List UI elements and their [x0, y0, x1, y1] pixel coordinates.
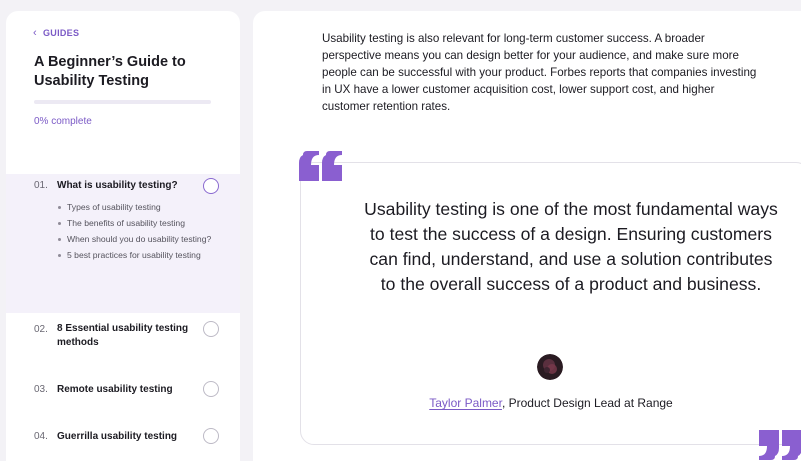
back-link-label: GUIDES [42, 28, 80, 38]
circle-outline-icon [203, 178, 219, 194]
author-name-link[interactable]: Taylor Palmer [429, 396, 502, 410]
chapter-title: What is usability testing? [57, 180, 178, 191]
author-role: , Product Design Lead at Range [501, 396, 673, 410]
chapter-title: Remote usability testing [57, 384, 173, 395]
article-content: Usability testing is also relevant for l… [253, 11, 801, 461]
chevron-left-icon: ‹ [33, 27, 37, 39]
quote-attribution: Taylor Palmer, Product Design Lead at Ra… [301, 396, 801, 410]
avatar [537, 354, 563, 380]
chapter-number: 04. [34, 431, 48, 442]
subsection-link[interactable]: The benefits of usability testing [58, 215, 218, 231]
progress-text: 0% complete [34, 116, 92, 127]
back-to-guides-link[interactable]: ‹ GUIDES [33, 27, 79, 39]
chapter-item-1[interactable]: 01. What is usability testing? [6, 174, 240, 194]
chapter-item-4[interactable]: 04. Guerrilla usability testing [6, 426, 240, 450]
chapter-title: 8 Essential usability testing methods [57, 323, 189, 348]
guide-sidebar: ‹ GUIDES A Beginner’s Guide to Usability… [6, 11, 240, 461]
chapter-1-subsections: Types of usability testing The benefits … [58, 199, 218, 263]
chapter-item-3[interactable]: 03. Remote usability testing [6, 379, 240, 403]
progress-bar [34, 100, 211, 104]
chapter-item-2[interactable]: 02. 8 Essential usability testing method… [6, 319, 240, 353]
intro-paragraph: Usability testing is also relevant for l… [322, 32, 757, 113]
circle-outline-icon [203, 428, 219, 444]
chapter-title: Guerrilla usability testing [57, 431, 178, 442]
guide-title: A Beginner’s Guide to Usability Testing [34, 54, 186, 89]
subsection-link[interactable]: 5 best practices for usability testing [58, 247, 218, 263]
quote-close-icon [759, 428, 801, 461]
circle-outline-icon [203, 381, 219, 397]
quote-card: Usability testing is one of the most fun… [300, 162, 801, 445]
chapter-number: 02. [34, 324, 48, 335]
subsection-link[interactable]: When should you do usability testing? [58, 231, 218, 247]
chapter-number: 03. [34, 384, 48, 395]
quote-open-icon [299, 151, 343, 188]
chapter-number: 01. [34, 180, 48, 191]
subsection-link[interactable]: Types of usability testing [58, 199, 218, 215]
circle-outline-icon [203, 321, 219, 337]
quote-text: Usability testing is one of the most fun… [364, 199, 778, 294]
